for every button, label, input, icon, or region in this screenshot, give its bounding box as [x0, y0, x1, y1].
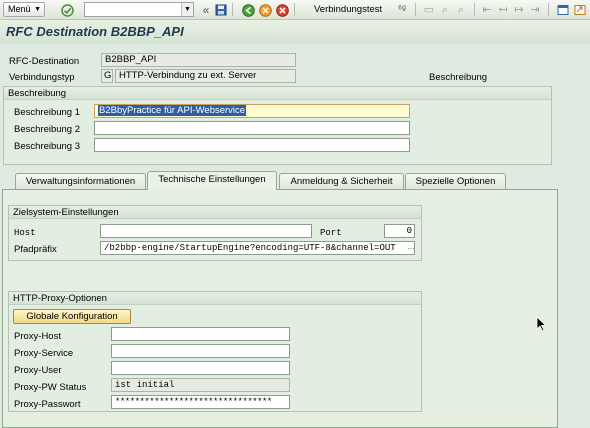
toolbar-separator: [294, 3, 295, 16]
tab-administration[interactable]: Verwaltungsinformationen: [15, 173, 146, 189]
tab-technical-settings[interactable]: Technische Einstellungen: [147, 171, 277, 190]
toolbar-separator: [415, 3, 416, 16]
description-2-label: Beschreibung 2: [14, 124, 81, 135]
exit-icon[interactable]: [258, 3, 272, 17]
connection-test-button[interactable]: Verbindungstest: [314, 4, 382, 15]
proxy-service-field[interactable]: [111, 344, 290, 358]
proxy-password-label: Proxy-Passwort: [14, 399, 81, 410]
proxy-service-label: Proxy-Service: [14, 348, 74, 359]
command-history-dropdown-icon[interactable]: ▼: [181, 3, 193, 16]
proxy-password-field[interactable]: ********************************: [111, 395, 290, 409]
cancel-icon[interactable]: [275, 3, 289, 17]
host-label: Host: [14, 228, 36, 238]
description-side-label: Beschreibung: [429, 72, 488, 83]
connection-type-code-field: G: [101, 69, 113, 83]
print-icon[interactable]: ▭: [422, 3, 436, 17]
new-session-icon[interactable]: [556, 3, 570, 17]
prev-page-icon[interactable]: ↤: [496, 3, 510, 17]
menu-button[interactable]: Menü ▼: [3, 2, 45, 17]
title-bar: RFC Destination B2BBP_API: [0, 20, 590, 44]
shortcut-icon[interactable]: [573, 3, 587, 17]
description-group-title: Beschreibung: [4, 87, 551, 100]
proxy-pw-status-label: Proxy-PW Status: [14, 382, 87, 393]
host-field[interactable]: [100, 224, 312, 238]
proxy-user-label: Proxy-User: [14, 365, 62, 376]
page-title: RFC Destination B2BBP_API: [6, 24, 184, 39]
connection-type-text-field: HTTP-Verbindung zu ext. Server: [115, 69, 296, 83]
back-icon[interactable]: [241, 3, 255, 17]
unicode-test-icon[interactable]: ⁶ᵍ: [395, 3, 409, 17]
proxy-host-label: Proxy-Host: [14, 331, 61, 342]
find-icon[interactable]: ⌕: [438, 3, 452, 17]
proxy-pw-status-field: ist initial: [111, 378, 290, 392]
port-label: Port: [320, 228, 342, 238]
tab-logon-security[interactable]: Anmeldung & Sicherheit: [279, 173, 404, 189]
proxy-user-field[interactable]: [111, 361, 290, 375]
description-1-label: Beschreibung 1: [14, 107, 81, 118]
proxy-options-group-title: HTTP-Proxy-Optionen: [9, 292, 421, 305]
toolbar-separator: [232, 3, 233, 16]
last-page-icon[interactable]: ⇥: [528, 3, 542, 17]
path-prefix-value: /b2bbp-engine/StartupEngine?encoding=UTF…: [104, 243, 396, 253]
port-field[interactable]: 0: [384, 224, 415, 238]
mouse-cursor-icon: [536, 316, 547, 335]
proxy-host-field[interactable]: [111, 327, 290, 341]
connection-type-label: Verbindungstyp: [9, 72, 75, 83]
description-1-field[interactable]: B2BbyPractice für API-Webservice: [94, 104, 410, 118]
next-page-icon[interactable]: ↦: [512, 3, 526, 17]
global-configuration-button[interactable]: Globale Konfiguration: [13, 309, 131, 324]
save-icon[interactable]: [214, 3, 228, 17]
toolbar-separator: [474, 3, 475, 16]
path-prefix-field[interactable]: /b2bbp-engine/StartupEngine?encoding=UTF…: [100, 241, 415, 255]
path-prefix-label: Pfadpräfix: [14, 244, 57, 255]
more-icon[interactable]: …: [407, 242, 415, 251]
system-toolbar: Menü ▼ ▼ « Verbindungstest ⁶ᵍ ▭ ⌕ ⌕ ⇤ ↤ …: [0, 0, 590, 20]
description-3-field[interactable]: [94, 138, 410, 152]
enter-icon[interactable]: [60, 3, 74, 17]
menu-label: Menü: [8, 4, 31, 14]
command-field[interactable]: ▼: [84, 2, 194, 17]
tab-special-options[interactable]: Spezielle Optionen: [405, 173, 506, 189]
description-1-value: B2BbyPractice für API-Webservice: [98, 105, 247, 116]
description-2-field[interactable]: [94, 121, 410, 135]
menu-dropdown-icon: ▼: [34, 6, 41, 13]
first-page-icon[interactable]: ⇤: [480, 3, 494, 17]
rfc-destination-label: RFC-Destination: [9, 56, 80, 67]
rfc-destination-field: B2BBP_API: [101, 53, 296, 67]
target-system-group-title: Zielsystem-Einstellungen: [9, 206, 421, 219]
toolbar-separator: [548, 3, 549, 16]
description-3-label: Beschreibung 3: [14, 141, 81, 152]
find-next-icon[interactable]: ⌕: [454, 3, 468, 17]
collapse-icon[interactable]: «: [199, 3, 213, 17]
